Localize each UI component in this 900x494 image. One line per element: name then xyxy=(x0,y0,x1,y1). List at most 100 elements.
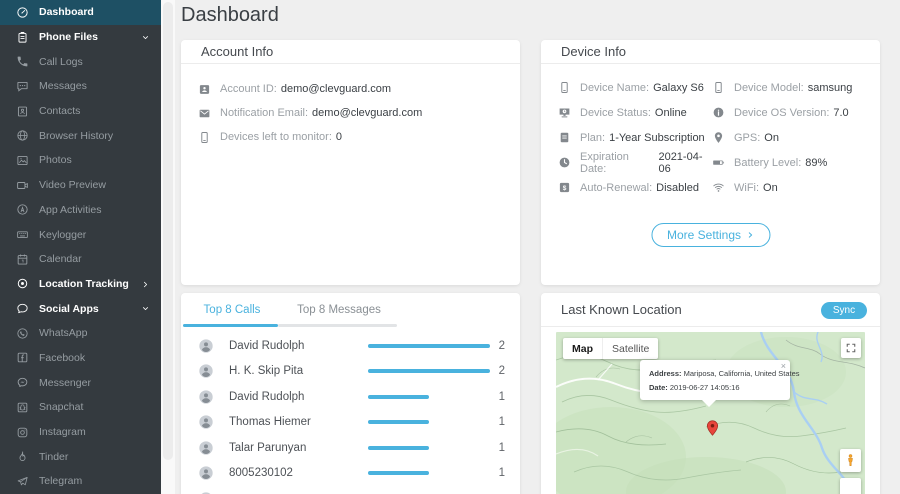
call-logs-icon xyxy=(16,55,29,68)
zoom-control[interactable] xyxy=(840,478,861,494)
pin-icon xyxy=(712,131,725,144)
sidebar-item-keylogger[interactable]: Keylogger xyxy=(0,222,161,247)
browser-history-icon xyxy=(16,129,29,142)
sidebar-item-dashboard[interactable]: Dashboard xyxy=(0,0,161,25)
clock-icon xyxy=(558,156,571,169)
sidebar-item-label: Telegram xyxy=(39,475,82,487)
call-count: 2 xyxy=(499,340,505,352)
sidebar-scrollbar-thumb[interactable] xyxy=(163,2,173,460)
tinder-icon xyxy=(16,450,29,463)
sidebar-item-messages[interactable]: Messages xyxy=(0,74,161,99)
sidebar-item-label: Keylogger xyxy=(39,229,86,241)
info-label: Auto-Renewal: xyxy=(580,182,652,194)
sidebar-item-telegram[interactable]: Telegram xyxy=(0,469,161,494)
info-value: 0 xyxy=(336,131,342,143)
whatsapp-icon xyxy=(16,327,29,340)
more-settings-button[interactable]: More Settings xyxy=(651,223,770,247)
tab-label: Top 8 Messages xyxy=(297,304,381,316)
sidebar: DashboardPhone FilesCall LogsMessagesCon… xyxy=(0,0,161,494)
fullscreen-icon xyxy=(845,342,857,354)
phone-files-icon xyxy=(16,31,29,44)
contact-name: Thomas Hiemer xyxy=(229,416,311,428)
info-label: Notification Email: xyxy=(220,107,308,119)
info-value: Disabled xyxy=(656,182,699,194)
info-value: 2021-04-06 xyxy=(658,151,712,175)
info-address-line: Address: Mariposa, California, United St… xyxy=(649,369,781,378)
sync-button[interactable]: Sync xyxy=(821,302,867,319)
call-count: 1 xyxy=(499,391,505,403)
sidebar-item-call-logs[interactable]: Call Logs xyxy=(0,49,161,74)
activity-card: Top 8 Calls Top 8 Messages David Rudolph… xyxy=(181,293,520,494)
sidebar-item-whatsapp[interactable]: WhatsApp xyxy=(0,321,161,346)
chevron-down-icon xyxy=(141,304,150,313)
app-activities-icon xyxy=(16,203,29,216)
sidebar-item-contacts[interactable]: Contacts xyxy=(0,99,161,124)
tab-label: Top 8 Calls xyxy=(204,304,261,316)
call-list-item: Talar Parunyan1 xyxy=(181,435,520,461)
info-label: GPS: xyxy=(734,132,760,144)
top-calls-list: David Rudolph2H. K. Skip Pita2David Rudo… xyxy=(181,327,520,494)
monitor-icon xyxy=(558,106,571,119)
pegman-button[interactable] xyxy=(840,449,861,472)
sidebar-item-photos[interactable]: Photos xyxy=(0,148,161,173)
avatar-icon xyxy=(198,338,214,354)
inactive-tab-underline xyxy=(278,324,397,327)
map-type-satellite-button[interactable]: Satellite xyxy=(602,338,658,359)
info-label: Battery Level: xyxy=(734,157,801,169)
activity-tabs: Top 8 Calls Top 8 Messages xyxy=(181,293,520,327)
sidebar-item-instagram[interactable]: Instagram xyxy=(0,420,161,445)
contact-name: David Rudolph xyxy=(229,340,304,352)
sidebar-item-app-activities[interactable]: App Activities xyxy=(0,198,161,223)
sidebar-item-social-apps[interactable]: Social Apps xyxy=(0,296,161,321)
sidebar-item-snapchat[interactable]: Snapchat xyxy=(0,395,161,420)
sidebar-item-label: WhatsApp xyxy=(39,327,87,339)
tab-top-8-calls[interactable]: Top 8 Calls xyxy=(181,293,283,327)
sidebar-item-messenger[interactable]: Messenger xyxy=(0,370,161,395)
sidebar-item-calendar[interactable]: Calendar xyxy=(0,247,161,272)
contact-name: H. K. Skip Pita xyxy=(229,365,303,377)
sidebar-item-tinder[interactable]: Tinder xyxy=(0,444,161,469)
close-icon[interactable]: × xyxy=(781,361,786,371)
map-type-map-button[interactable]: Map xyxy=(563,338,602,359)
call-count: 1 xyxy=(499,442,505,454)
call-count-bar xyxy=(368,420,429,424)
map-marker-icon[interactable] xyxy=(704,413,721,443)
map-canvas[interactable]: Map Satellite × Address: Mariposa, Calif… xyxy=(556,332,865,494)
avatar-icon xyxy=(198,414,214,430)
device-info-card: Device Info Device Name:Galaxy S6Device … xyxy=(541,40,880,285)
call-count-bar xyxy=(368,395,429,399)
sidebar-item-video-preview[interactable]: Video Preview xyxy=(0,173,161,198)
sidebar-item-facebook[interactable]: Facebook xyxy=(0,346,161,371)
call-count: 1 xyxy=(499,467,505,479)
call-list-item: David Rudolph1 xyxy=(181,384,520,410)
device-info-row: Expiration Date:2021-04-06 xyxy=(541,150,712,175)
svg-text:$: $ xyxy=(563,185,567,192)
sidebar-item-label: Photos xyxy=(39,154,72,166)
call-count: 1 xyxy=(499,416,505,428)
avatar-icon xyxy=(198,363,214,379)
page-title: Dashboard xyxy=(181,4,279,27)
device-info-row: Device Model:samsung xyxy=(712,75,880,100)
social-apps-icon xyxy=(16,302,29,315)
fullscreen-button[interactable] xyxy=(841,338,861,358)
sidebar-item-label: Instagram xyxy=(39,426,86,438)
avatar-icon xyxy=(198,440,214,456)
device-info-row: Device OS Version:7.0 xyxy=(712,100,880,125)
tab-top-8-messages[interactable]: Top 8 Messages xyxy=(283,293,395,327)
sidebar-item-location-tracking[interactable]: Location Tracking xyxy=(0,272,161,297)
messenger-icon xyxy=(16,376,29,389)
sidebar-item-browser-history[interactable]: Browser History xyxy=(0,123,161,148)
messages-icon xyxy=(16,80,29,93)
info-label: Devices left to monitor: xyxy=(220,131,332,143)
location-title: Last Known Location xyxy=(561,302,682,317)
instagram-icon xyxy=(16,426,29,439)
account-info-card: Account Info Account ID:demo@clevguard.c… xyxy=(181,40,520,285)
info-value: 89% xyxy=(805,157,827,169)
account-info-rows: Account ID:demo@clevguard.com Notificatio… xyxy=(181,64,520,149)
device-info-row: WiFi:On xyxy=(712,175,880,200)
pegman-icon xyxy=(843,450,858,471)
info-label: Device Status: xyxy=(580,107,651,119)
sidebar-item-phone-files[interactable]: Phone Files xyxy=(0,25,161,50)
smartphone-icon xyxy=(712,81,725,94)
account-info-row: Account ID:demo@clevguard.com xyxy=(181,77,520,101)
